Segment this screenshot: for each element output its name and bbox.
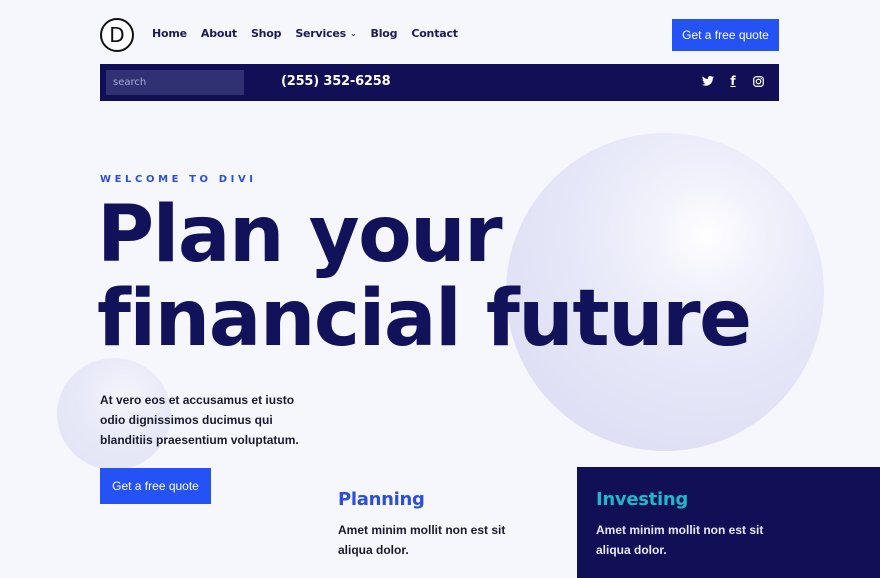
nav-label: Home — [152, 27, 187, 40]
main-nav: Home About Shop Services ⌄ Blog Contact — [152, 27, 472, 40]
hero-description: At vero eos et accusamus et iusto odio d… — [100, 393, 299, 447]
headline-line-1: Plan your — [97, 190, 503, 280]
facebook-icon[interactable]: f — [726, 74, 740, 88]
nav-label: Services — [295, 27, 347, 40]
twitter-icon[interactable] — [701, 74, 715, 88]
planning-title: Planning — [338, 489, 425, 510]
nav-item-services[interactable]: Services ⌄ — [295, 27, 356, 40]
facebook-glyph: f — [730, 74, 736, 88]
nav-item-home[interactable]: Home — [152, 27, 187, 40]
investing-text: Amet minim mollit non est sit aliqua dol… — [596, 523, 764, 557]
hero-headline: Plan your financial future — [97, 190, 752, 364]
nav-label: Shop — [250, 27, 282, 40]
investing-title: Investing — [596, 489, 688, 510]
nav-item-about[interactable]: About — [201, 27, 237, 40]
nav-label: About — [200, 27, 237, 40]
phone-number[interactable]: (255) 352-6258 — [281, 74, 391, 89]
hero-quote-button[interactable]: Get a free quote — [100, 468, 211, 504]
nav-label: Blog — [370, 27, 398, 40]
hero-eyebrow: WELCOME TO DIVI — [100, 174, 257, 185]
logo-letter: D — [109, 23, 125, 47]
nav-item-shop[interactable]: Shop — [250, 27, 282, 40]
nav-item-contact[interactable]: Contact — [411, 27, 458, 40]
planning-text: Amet minim mollit non est sit aliqua dol… — [338, 523, 506, 557]
search-input[interactable] — [106, 70, 244, 95]
nav-item-blog[interactable]: Blog — [371, 27, 398, 40]
divi-logo[interactable]: D — [100, 18, 134, 52]
headline-line-2: financial future — [97, 274, 752, 364]
nav-label: Contact — [411, 27, 458, 40]
chevron-down-icon: ⌄ — [350, 29, 357, 38]
instagram-icon[interactable] — [751, 74, 765, 88]
header-quote-button[interactable]: Get a free quote — [672, 19, 779, 51]
